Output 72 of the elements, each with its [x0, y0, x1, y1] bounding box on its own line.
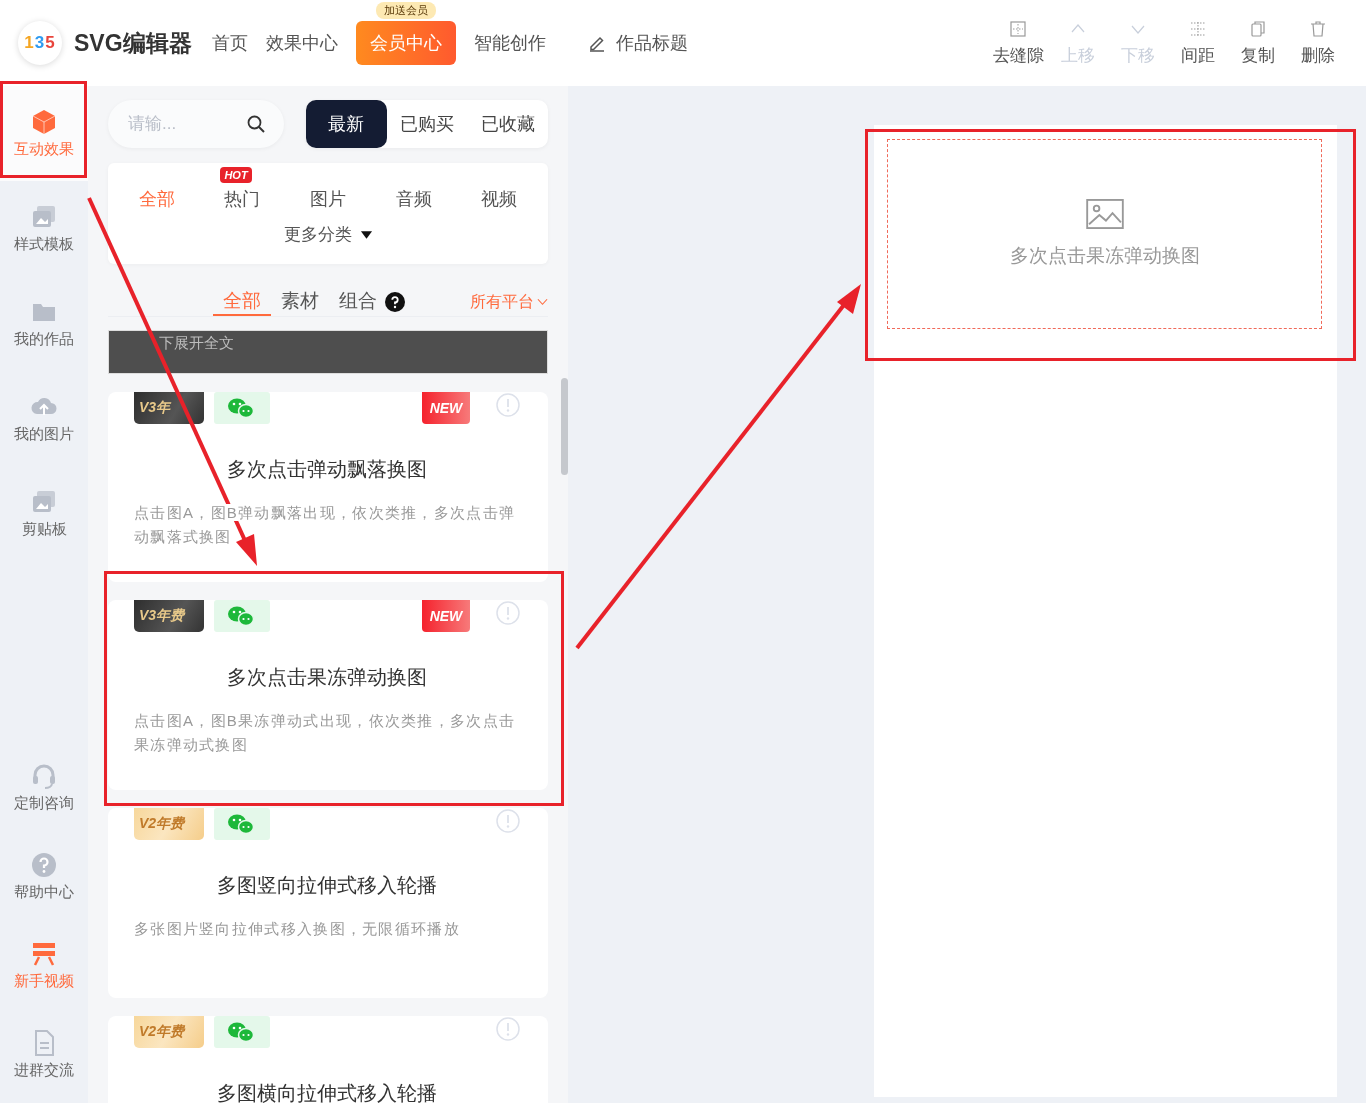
sidebar-item[interactable]: 样式模板: [0, 181, 88, 276]
category-tab[interactable]: 热门: [224, 189, 261, 209]
tier-badge: V3年: [134, 392, 204, 424]
caret-icon: [359, 229, 373, 240]
info-icon[interactable]: [496, 601, 520, 625]
sidebar-item[interactable]: 定制咨询: [0, 743, 88, 832]
info-icon[interactable]: [496, 1017, 520, 1041]
toolbar-button[interactable]: 复制: [1234, 19, 1282, 67]
chat-bubbles-icon: [214, 392, 270, 424]
search-icon[interactable]: [246, 114, 266, 134]
cube-icon: [30, 108, 58, 136]
chat-bubbles-icon: [214, 1016, 270, 1048]
dotted-square-icon: [1009, 19, 1027, 38]
card-title: 多图竖向拉伸式移入轮播: [216, 873, 438, 898]
tier-badge: V2年费: [134, 808, 204, 840]
headset-icon: [30, 762, 58, 790]
help-icon[interactable]: [385, 292, 405, 312]
new-badge: NEW: [422, 600, 470, 632]
nav-link[interactable]: 首页: [211, 31, 248, 55]
type-tab[interactable]: 素材: [271, 288, 329, 316]
search-field[interactable]: 请输...: [108, 100, 284, 148]
help-icon: [30, 851, 58, 879]
sort-tab[interactable]: 已收藏: [467, 100, 548, 148]
easel-icon: [30, 940, 58, 968]
chat-bubbles-icon: [214, 600, 270, 632]
scrollbar-thumb[interactable]: [561, 378, 568, 475]
sidebar-item[interactable]: 我的图片: [0, 371, 88, 466]
tier-badge: V3年费: [134, 600, 204, 632]
toolbar-button[interactable]: 间距: [1174, 19, 1222, 67]
toolbar-button[interactable]: 去缝隙: [994, 19, 1042, 67]
nav-link[interactable]: 效果中心: [265, 31, 338, 55]
new-badge: NEW: [422, 392, 470, 424]
effect-card[interactable]: V3年 NEW 多次点击弹动飘落换图 点击图A，图B弹动飘落出现，依次类推，多次点击弹动飘落式换图: [108, 392, 548, 582]
type-tab[interactable]: 组合: [329, 288, 387, 316]
tier-badge: V2年费: [134, 1016, 204, 1048]
logo[interactable]: 135: [18, 21, 62, 65]
card-description: 点击图A，图B弹动飘落出现，依次类推，多次点击弹动飘落式换图: [134, 503, 517, 547]
category-tab[interactable]: 视频: [481, 189, 518, 209]
more-categories-dropdown[interactable]: 更多分类: [283, 223, 373, 246]
effect-card[interactable]: V3年费 NEW 多次点击果冻弹动换图 点击图A，图B果冻弹动式出现，依次类推，多次点击果冻弹动式换图: [108, 600, 548, 790]
trash-icon: [1309, 19, 1327, 38]
card-title: 多次点击果冻弹动换图: [226, 665, 428, 690]
category-tab[interactable]: 图片: [310, 189, 346, 209]
copy-icon: [1249, 19, 1267, 38]
sort-tab[interactable]: 已购买: [386, 100, 468, 148]
sidebar-item[interactable]: 帮助中心: [0, 832, 88, 921]
nav-link[interactable]: 智能创作: [473, 31, 546, 55]
card-description: 多张图片竖向拉伸式移入换图，无限循环播放: [134, 919, 461, 939]
info-icon[interactable]: [496, 809, 520, 833]
sort-tab[interactable]: 最新: [306, 100, 387, 148]
hot-badge: HOT: [220, 167, 252, 183]
notice-text: 下展开全文: [159, 334, 234, 351]
card-title: 多次点击弹动飘落换图: [226, 457, 428, 482]
category-tab[interactable]: 音频: [395, 189, 432, 209]
toolbar-button[interactable]: 删除: [1294, 19, 1342, 67]
chat-bubbles-icon: [214, 808, 270, 840]
pencil-icon: [587, 34, 606, 52]
card-title: 多图横向拉伸式移入轮播: [216, 1081, 438, 1103]
placeholder-text: 多次点击果冻弹动换图: [1009, 244, 1200, 268]
effect-card[interactable]: V2年费 多图横向拉伸式移入轮播: [108, 1016, 548, 1103]
card-description: 点击图A，图B果冻弹动式出现，依次类推，多次点击果冻弹动式换图: [134, 711, 517, 755]
chevron-icon: [537, 298, 548, 306]
sidebar-item[interactable]: 进群交流: [0, 1010, 88, 1099]
title-field[interactable]: 作品标题: [587, 31, 688, 55]
sidebar-item[interactable]: 我的作品: [0, 276, 88, 371]
info-icon[interactable]: [496, 393, 520, 417]
dotted-grid-icon: [1189, 19, 1207, 38]
app-name: SVG编辑器: [74, 28, 192, 58]
promo-badge: 加送会员: [375, 2, 436, 19]
sidebar-item[interactable]: 剪贴板: [0, 466, 88, 561]
effect-card[interactable]: V2年费 多图竖向拉伸式移入轮播 多张图片竖向拉伸式移入换图，无限循环播放: [108, 808, 548, 998]
image-icon: [1085, 199, 1124, 229]
